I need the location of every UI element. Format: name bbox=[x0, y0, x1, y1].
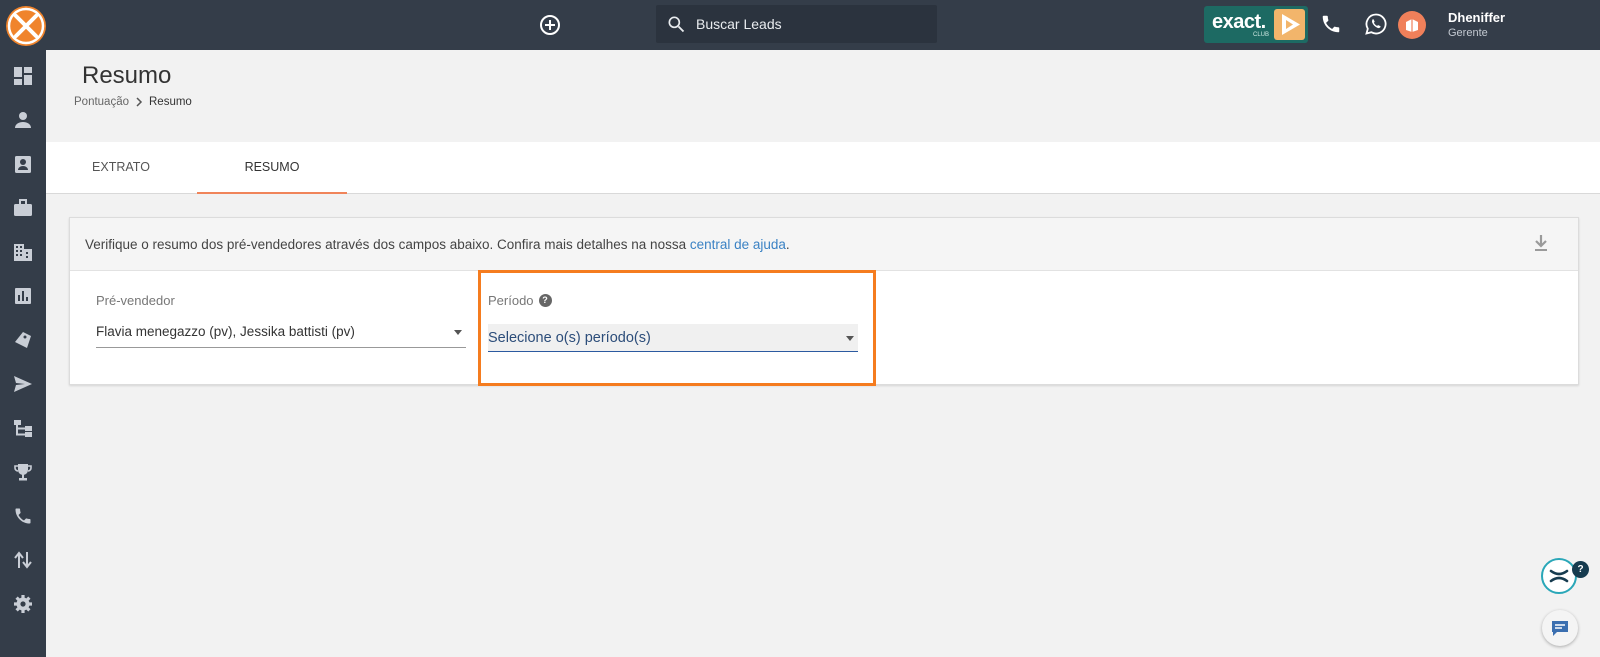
prevendedor-label: Pré-vendedor bbox=[96, 293, 175, 308]
periodo-label-group: Período ? bbox=[488, 293, 552, 308]
tag-icon[interactable] bbox=[13, 330, 33, 350]
prevendedor-value: Flavia menegazzo (pv), Jessika battisti … bbox=[96, 324, 355, 339]
hierarchy-icon[interactable] bbox=[13, 418, 33, 438]
breadcrumb-resumo: Resumo bbox=[149, 96, 192, 108]
briefcase-icon[interactable] bbox=[13, 198, 33, 218]
phone-icon[interactable] bbox=[13, 506, 33, 526]
notification-icon[interactable] bbox=[1398, 11, 1426, 39]
chart-icon[interactable] bbox=[13, 286, 33, 306]
prevendedor-select[interactable]: Flavia menegazzo (pv), Jessika battisti … bbox=[96, 318, 466, 348]
exact-club-badge[interactable]: exact. CLUB bbox=[1204, 6, 1308, 43]
tab-extrato[interactable]: EXTRATO bbox=[46, 142, 196, 194]
download-icon[interactable] bbox=[1532, 233, 1550, 258]
info-suffix: . bbox=[785, 237, 790, 252]
search-input[interactable] bbox=[696, 5, 926, 43]
send-icon[interactable] bbox=[13, 374, 33, 394]
chevron-right-icon bbox=[136, 97, 143, 107]
breadcrumb: Pontuação Resumo bbox=[74, 96, 192, 108]
dashboard-icon[interactable] bbox=[13, 66, 33, 86]
info-message: Verifique o resumo dos pré-vendedores at… bbox=[85, 237, 790, 252]
play-icon bbox=[1274, 9, 1305, 40]
periodo-label: Período bbox=[488, 293, 534, 308]
user-role: Gerente bbox=[1448, 27, 1488, 39]
contact-card-icon[interactable] bbox=[13, 154, 33, 174]
caret-down-icon bbox=[454, 330, 462, 335]
phone-icon[interactable] bbox=[1320, 13, 1342, 40]
whatsapp-icon[interactable] bbox=[1364, 12, 1388, 41]
logo-icon bbox=[7, 7, 45, 45]
help-widget-button[interactable] bbox=[1541, 558, 1577, 594]
user-menu[interactable]: Dheniffer Gerente bbox=[1448, 10, 1505, 39]
swap-icon[interactable] bbox=[13, 550, 33, 570]
sidebar bbox=[0, 50, 46, 657]
exact-club-text: CLUB bbox=[1253, 32, 1270, 38]
settings-icon[interactable] bbox=[13, 594, 33, 614]
help-widget-icon bbox=[1549, 569, 1569, 583]
add-circle-icon[interactable] bbox=[538, 13, 562, 37]
breadcrumb-pontuacao[interactable]: Pontuação bbox=[74, 96, 129, 108]
tab-resumo[interactable]: RESUMO bbox=[197, 142, 347, 194]
search-box bbox=[656, 5, 937, 43]
search-icon bbox=[668, 16, 685, 33]
card-header: Verifique o resumo dos pré-vendedores at… bbox=[70, 218, 1578, 271]
building-icon[interactable] bbox=[13, 242, 33, 262]
app-logo[interactable] bbox=[6, 6, 46, 46]
help-center-link[interactable]: central de ajuda bbox=[690, 237, 786, 252]
help-circle-icon[interactable]: ? bbox=[538, 294, 552, 307]
chat-button[interactable] bbox=[1542, 610, 1578, 646]
periodo-select[interactable]: Selecione o(s) período(s) bbox=[488, 324, 858, 352]
chat-icon bbox=[1552, 621, 1568, 636]
exact-brand-text: exact. bbox=[1212, 11, 1266, 33]
top-bar: exact. CLUB Dheniffer Gerente bbox=[0, 0, 1600, 50]
caret-down-icon bbox=[846, 336, 854, 341]
periodo-placeholder: Selecione o(s) período(s) bbox=[488, 330, 651, 346]
tab-bar: EXTRATO RESUMO bbox=[46, 142, 1600, 194]
page-title: Resumo bbox=[82, 62, 172, 89]
help-badge: ? bbox=[1572, 561, 1589, 578]
info-text: Verifique o resumo dos pré-vendedores at… bbox=[85, 237, 690, 252]
trophy-icon[interactable] bbox=[13, 462, 33, 482]
person-icon[interactable] bbox=[13, 110, 33, 130]
user-name: Dheniffer bbox=[1448, 10, 1506, 25]
